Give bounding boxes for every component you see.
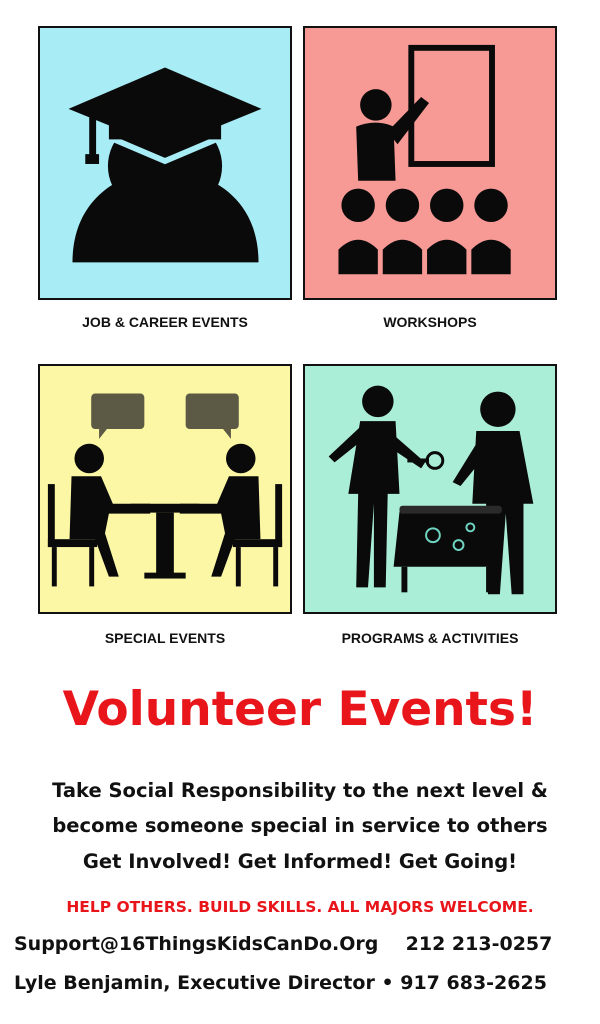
bullet-separator: • xyxy=(381,972,394,994)
job-career-tile xyxy=(38,26,292,300)
graduate-icon xyxy=(68,67,262,263)
body-line-3: Get Involved! Get Informed! Get Going! xyxy=(82,850,518,873)
workshops-tile xyxy=(303,26,557,300)
special-events-tile xyxy=(38,364,292,614)
workshops-caption: WORKSHOPS xyxy=(383,314,477,330)
business-planning-icon xyxy=(328,385,534,595)
phone-2[interactable]: 917 683-2625 xyxy=(400,972,547,994)
programs-activities-caption: PROGRAMS & ACTIVITIES xyxy=(341,630,519,646)
headline: Volunteer Events! xyxy=(62,682,538,737)
contact-line-2: Lyle Benjamin, Executive Director • 917 … xyxy=(14,974,547,993)
meeting-conversation-icon xyxy=(47,393,283,587)
email-link[interactable]: Support@16ThingsKidsCanDo.Org xyxy=(14,933,378,955)
tagline: HELP OTHERS. BUILD SKILLS. ALL MAJORS WE… xyxy=(66,898,534,916)
phone-1[interactable]: 212 213-0257 xyxy=(406,933,553,955)
presenter-audience-icon xyxy=(338,44,511,275)
special-events-caption: SPECIAL EVENTS xyxy=(104,630,226,646)
body-line-1: Take Social Responsibility to the next l… xyxy=(52,779,548,802)
director-name: Lyle Benjamin, Executive Director xyxy=(14,972,375,994)
job-career-caption: JOB & CAREER EVENTS xyxy=(82,314,248,330)
programs-activities-tile xyxy=(303,364,557,614)
contact-line-1: Support@16ThingsKidsCanDo.Org 212 213-02… xyxy=(14,935,552,954)
body-line-2: become someone special in service to oth… xyxy=(52,814,548,837)
